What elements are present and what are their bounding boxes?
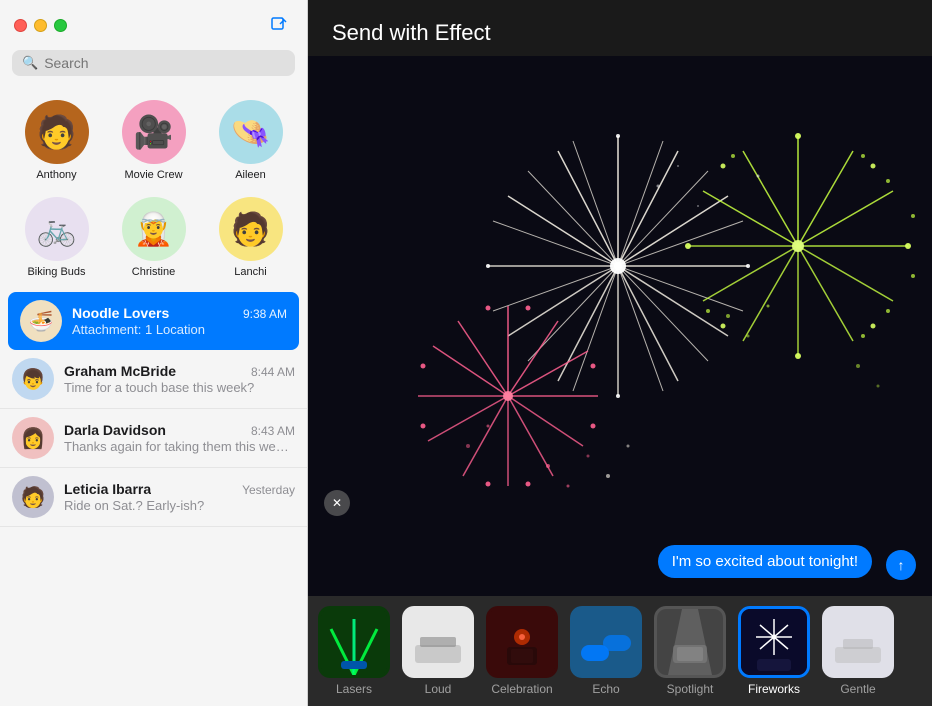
effect-label-spotlight: Spotlight [667,682,714,696]
conv-top-noodle-lovers: Noodle Lovers 9:38 AM [72,305,287,321]
effect-label-lasers: Lasers [336,682,372,696]
conv-top-leticia: Leticia Ibarra Yesterday [64,481,295,497]
avatar-biking-buds: 🚲 [25,197,89,261]
effect-item-spotlight[interactable]: Spotlight [650,604,730,698]
main-content: Send with Effect [308,0,932,706]
conv-name-noodle-lovers: Noodle Lovers [72,305,169,321]
pinned-name-lanchi: Lanchi [234,266,266,278]
search-input[interactable] [44,55,285,71]
conv-preview-noodle-lovers: Attachment: 1 Location [72,322,287,337]
pinned-name-christine: Christine [132,266,175,278]
fireworks-svg [308,56,932,596]
effect-thumb-gentle [822,606,894,678]
close-button[interactable] [14,19,27,32]
close-effect-button[interactable]: ✕ [324,490,350,516]
effect-thumb-spotlight [654,606,726,678]
conv-preview-graham: Time for a touch base this week? [64,380,295,395]
conv-name-leticia: Leticia Ibarra [64,481,151,497]
effect-thumb-lasers [318,606,390,678]
avatar-lanchi: 🧑 [219,197,283,261]
conv-time-leticia: Yesterday [242,483,295,497]
send-button[interactable]: ↑ [886,550,916,580]
conv-top-graham: Graham McBride 8:44 AM [64,363,295,379]
effect-item-celebration[interactable]: Celebration [482,604,562,698]
pinned-item-aileen[interactable]: 👒 Aileen [204,94,297,187]
effect-item-gentle[interactable]: Gentle [818,604,898,698]
avatar-graham-mcbride: 👦 [12,358,54,400]
effect-thumb-loud [402,606,474,678]
pinned-name-movie-crew: Movie Crew [124,169,182,181]
effect-label-echo: Echo [592,682,619,696]
avatar-christine: 🧝 [122,197,186,261]
conv-item-darla-davidson[interactable]: 👩 Darla Davidson 8:43 AM Thanks again fo… [0,409,307,468]
main-header: Send with Effect [308,0,932,56]
sidebar: 🔍 🧑 Anthony 🎥 Movie Crew 👒 Aileen 🚲 Biki… [0,0,308,706]
pinned-item-lanchi[interactable]: 🧑 Lanchi [204,191,297,284]
conv-content-graham: Graham McBride 8:44 AM Time for a touch … [64,363,295,395]
conv-content-darla: Darla Davidson 8:43 AM Thanks again for … [64,422,295,455]
effect-thumb-celebration [486,606,558,678]
minimize-button[interactable] [34,19,47,32]
compose-button[interactable] [265,11,293,39]
pinned-name-biking-buds: Biking Buds [27,266,85,278]
message-bubble: I'm so excited about tonight! [658,545,872,578]
effect-label-loud: Loud [425,682,452,696]
effect-item-lasers[interactable]: Lasers [314,604,394,698]
effect-item-echo[interactable]: Echo [566,604,646,698]
pinned-name-anthony: Anthony [36,169,76,181]
pinned-contacts-grid: 🧑 Anthony 🎥 Movie Crew 👒 Aileen 🚲 Biking… [0,86,307,292]
conv-item-graham-mcbride[interactable]: 👦 Graham McBride 8:44 AM Time for a touc… [0,350,307,409]
conv-item-leticia-ibarra[interactable]: 🧑 Leticia Ibarra Yesterday Ride on Sat.?… [0,468,307,527]
maximize-button[interactable] [54,19,67,32]
conv-name-darla: Darla Davidson [64,422,166,438]
effect-item-loud[interactable]: Loud [398,604,478,698]
conv-time-noodle-lovers: 9:38 AM [243,307,287,321]
conv-preview-darla: Thanks again for taking them this weeken… [64,439,295,455]
avatar-anthony: 🧑 [25,100,89,164]
conversation-list: 🍜 Noodle Lovers 9:38 AM Attachment: 1 Lo… [0,292,307,706]
pinned-item-anthony[interactable]: 🧑 Anthony [10,94,103,187]
page-title: Send with Effect [332,20,491,45]
effect-label-celebration: Celebration [491,682,552,696]
pinned-item-biking-buds[interactable]: 🚲 Biking Buds [10,191,103,284]
conv-time-graham: 8:44 AM [251,365,295,379]
conv-top-darla: Darla Davidson 8:43 AM [64,422,295,438]
avatar-movie-crew: 🎥 [122,100,186,164]
conv-content-leticia: Leticia Ibarra Yesterday Ride on Sat.? E… [64,481,295,513]
effect-item-fireworks[interactable]: Fireworks [734,604,814,698]
search-bar[interactable]: 🔍 [12,50,295,76]
pinned-item-movie-crew[interactable]: 🎥 Movie Crew [107,94,200,187]
conv-preview-leticia: Ride on Sat.? Early-ish? [64,498,295,513]
pinned-item-christine[interactable]: 🧝 Christine [107,191,200,284]
title-bar [0,0,307,50]
avatar-leticia-ibarra: 🧑 [12,476,54,518]
conv-content-noodle-lovers: Noodle Lovers 9:38 AM Attachment: 1 Loca… [72,305,287,337]
effect-thumb-echo [570,606,642,678]
fireworks-display: I'm so excited about tonight! ↑ ✕ [308,56,932,596]
effect-thumb-fireworks [738,606,810,678]
avatar-aileen: 👒 [219,100,283,164]
search-icon: 🔍 [22,55,38,71]
effects-strip: Lasers Loud Ce [308,596,932,706]
avatar-noodle-lovers: 🍜 [20,300,62,342]
conv-time-darla: 8:43 AM [251,424,295,438]
conv-item-noodle-lovers[interactable]: 🍜 Noodle Lovers 9:38 AM Attachment: 1 Lo… [8,292,299,350]
pinned-name-aileen: Aileen [235,169,266,181]
conv-name-graham: Graham McBride [64,363,176,379]
avatar-darla-davidson: 👩 [12,417,54,459]
effect-label-gentle: Gentle [840,682,875,696]
effect-label-fireworks: Fireworks [748,682,800,696]
traffic-lights [14,19,67,32]
